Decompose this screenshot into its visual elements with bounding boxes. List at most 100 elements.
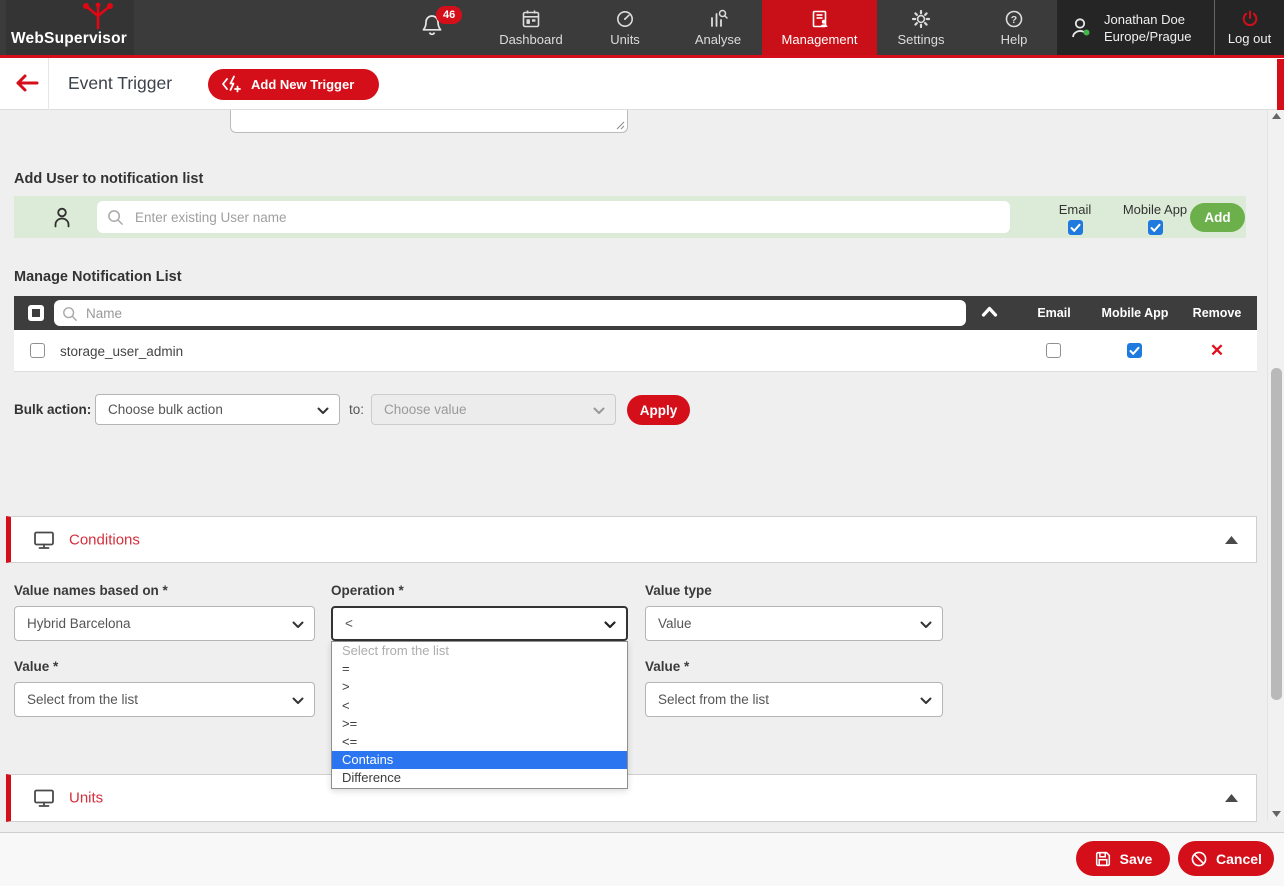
description-textarea[interactable] bbox=[230, 110, 628, 133]
trigger-icon bbox=[221, 75, 243, 94]
email-checkbox[interactable] bbox=[1068, 220, 1083, 235]
bulk-value-value: Choose value bbox=[384, 402, 467, 417]
dropdown-option[interactable]: Select from the list bbox=[332, 642, 627, 660]
chevron-down-icon bbox=[292, 621, 304, 629]
notification-table-header: Email Mobile App Remove bbox=[14, 296, 1257, 330]
row-mobile-checkbox[interactable] bbox=[1127, 343, 1142, 358]
name-filter-input[interactable] bbox=[54, 300, 966, 326]
add-user-heading: Add User to notification list bbox=[14, 171, 203, 187]
search-icon bbox=[62, 306, 78, 322]
remove-icon[interactable]: ✕ bbox=[1203, 341, 1231, 361]
mobile-app-checkbox[interactable] bbox=[1148, 220, 1163, 235]
nav-item-dashboard[interactable]: Dashboard bbox=[487, 0, 575, 55]
conditions-section: Conditions bbox=[6, 516, 1257, 563]
resize-handle-icon[interactable] bbox=[615, 120, 625, 130]
user-menu[interactable]: Jonathan Doe Europe/Prague bbox=[1057, 0, 1214, 55]
table-row: storage_user_admin ✕ bbox=[14, 330, 1257, 372]
select-all-checkbox[interactable] bbox=[28, 305, 44, 321]
action-footer: Save Cancel bbox=[0, 832, 1284, 886]
value-left-value: Select from the list bbox=[27, 692, 138, 707]
back-button[interactable] bbox=[12, 71, 42, 97]
settings-gear-icon bbox=[911, 9, 931, 29]
operation-value: < bbox=[345, 616, 353, 631]
nav-user-area: Jonathan Doe Europe/Prague Log out bbox=[1057, 0, 1284, 55]
chevron-down-icon bbox=[604, 621, 616, 629]
value-names-value: Hybrid Barcelona bbox=[27, 616, 131, 631]
user-search-input[interactable] bbox=[97, 201, 1010, 233]
person-icon bbox=[50, 205, 74, 229]
user-name: Jonathan Doe bbox=[1104, 11, 1191, 28]
nav-item-label: Units bbox=[610, 32, 640, 47]
nav-item-label: Management bbox=[782, 32, 858, 47]
mobile-app-option: Mobile App bbox=[1120, 202, 1190, 235]
chevron-down-icon bbox=[920, 621, 932, 629]
cancel-icon bbox=[1190, 850, 1208, 868]
dropdown-option[interactable]: = bbox=[332, 660, 627, 678]
user-timezone: Europe/Prague bbox=[1104, 28, 1191, 45]
dropdown-option[interactable]: <= bbox=[332, 733, 627, 751]
operation-select[interactable]: < bbox=[331, 606, 628, 641]
add-user-bar: Email Mobile App Add bbox=[14, 196, 1246, 238]
column-email: Email bbox=[1024, 306, 1084, 320]
monitor-icon bbox=[33, 788, 55, 808]
column-remove: Remove bbox=[1182, 306, 1252, 320]
cancel-button[interactable]: Cancel bbox=[1178, 841, 1274, 876]
value-left-select[interactable]: Select from the list bbox=[14, 682, 315, 717]
units-title: Units bbox=[69, 790, 103, 807]
check-icon bbox=[1070, 223, 1081, 233]
nav-item-units[interactable]: Units bbox=[592, 0, 658, 55]
mobile-app-label: Mobile App bbox=[1123, 202, 1187, 217]
check-icon bbox=[1129, 346, 1140, 356]
value-type-value: Value bbox=[658, 616, 692, 631]
apply-button[interactable]: Apply bbox=[627, 395, 690, 425]
nav-item-settings[interactable]: Settings bbox=[882, 0, 960, 55]
toolbar-red-edge bbox=[1277, 59, 1284, 110]
notifications-bell[interactable]: 46 bbox=[418, 10, 470, 50]
logout-label: Log out bbox=[1228, 31, 1271, 46]
value-right-select[interactable]: Select from the list bbox=[645, 682, 943, 717]
scrollbar-thumb[interactable] bbox=[1271, 368, 1282, 700]
check-icon bbox=[1150, 223, 1161, 233]
add-new-trigger-button[interactable]: Add New Trigger bbox=[208, 69, 379, 100]
scroll-up-icon[interactable] bbox=[1272, 113, 1281, 119]
scroll-down-icon[interactable] bbox=[1272, 811, 1281, 817]
brand-logo[interactable]: WebSupervisor bbox=[6, 0, 134, 55]
analyse-icon bbox=[708, 9, 728, 29]
dropdown-option[interactable]: < bbox=[332, 697, 627, 715]
add-user-button[interactable]: Add bbox=[1190, 203, 1245, 232]
value-right-label: Value * bbox=[645, 659, 689, 674]
dropdown-option[interactable]: >= bbox=[332, 715, 627, 733]
collapse-arrow-icon[interactable] bbox=[1225, 536, 1238, 544]
monitor-icon bbox=[33, 530, 55, 550]
top-nav: WebSupervisor 46 bbox=[0, 0, 1284, 58]
page-toolbar: Event Trigger Add New Trigger bbox=[0, 58, 1284, 110]
save-button[interactable]: Save bbox=[1076, 841, 1170, 876]
collapse-arrow-icon[interactable] bbox=[1225, 794, 1238, 802]
nav-item-label: Help bbox=[1001, 32, 1028, 47]
dropdown-option[interactable]: > bbox=[332, 678, 627, 696]
save-icon bbox=[1094, 850, 1112, 868]
notification-list-heading: Manage Notification List bbox=[14, 269, 182, 285]
svg-text:?: ? bbox=[1011, 14, 1017, 26]
conditions-title: Conditions bbox=[69, 531, 140, 548]
websupervisor-app: WebSupervisor 46 bbox=[0, 0, 1284, 886]
nav-item-label: Settings bbox=[898, 32, 945, 47]
dropdown-option[interactable]: Difference bbox=[332, 769, 627, 787]
sort-up-icon[interactable] bbox=[981, 306, 998, 317]
status-dot bbox=[1084, 29, 1090, 35]
vertical-scrollbar[interactable] bbox=[1267, 110, 1284, 820]
row-email-checkbox[interactable] bbox=[1046, 343, 1061, 358]
value-type-select[interactable]: Value bbox=[645, 606, 943, 641]
nav-item-management[interactable]: Management bbox=[762, 0, 877, 55]
user-avatar-icon bbox=[1069, 15, 1095, 41]
nav-item-help[interactable]: ? Help bbox=[984, 0, 1044, 55]
dropdown-option-highlighted[interactable]: Contains bbox=[332, 751, 627, 769]
trident-logo-icon bbox=[76, 2, 120, 30]
value-names-select[interactable]: Hybrid Barcelona bbox=[14, 606, 315, 641]
nav-item-analyse[interactable]: Analyse bbox=[676, 0, 760, 55]
bulk-value-select[interactable]: Choose value bbox=[371, 394, 616, 425]
logout-button[interactable]: Log out bbox=[1214, 0, 1284, 55]
search-icon bbox=[107, 209, 124, 226]
row-select-checkbox[interactable] bbox=[30, 343, 45, 358]
bulk-action-select[interactable]: Choose bulk action bbox=[95, 394, 340, 425]
